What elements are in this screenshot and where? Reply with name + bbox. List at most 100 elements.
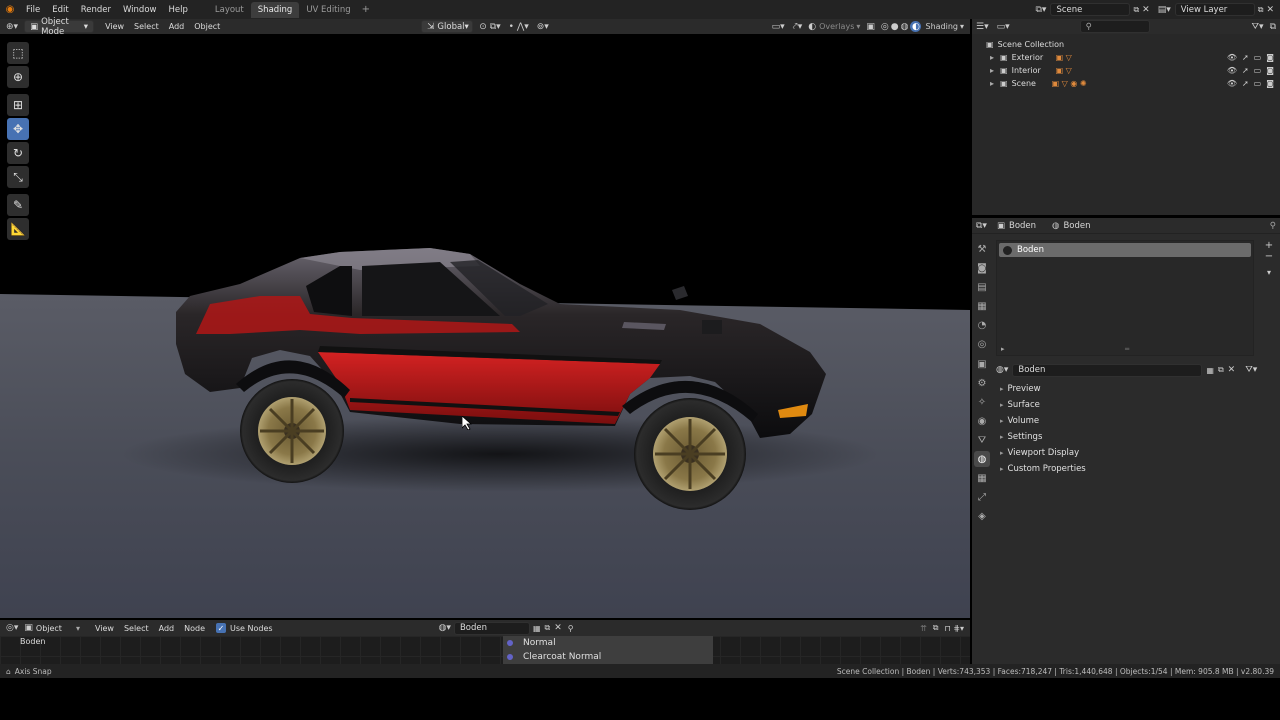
fake-user-icon[interactable]: ▦ [1206, 366, 1214, 375]
outliner-search-input[interactable]: ⚲ [1079, 20, 1150, 33]
output-tab-icon[interactable]: ▤ [974, 279, 990, 295]
viewport-monitor-icon[interactable]: ▭ [1254, 66, 1262, 75]
shading-label[interactable]: Shading [925, 22, 958, 31]
object-tab-icon[interactable]: ▣ [974, 356, 990, 372]
rotate-tool-icon[interactable]: ↻ [7, 142, 29, 164]
link-menu-icon[interactable]: ⛛▾ [1245, 365, 1257, 375]
vp-menu-view[interactable]: View [100, 22, 129, 31]
socket-dot-icon[interactable] [507, 640, 513, 646]
menu-render[interactable]: Render [75, 5, 117, 15]
shader-fx-tab-icon[interactable]: ◈ [974, 508, 990, 524]
node-menu-add[interactable]: Add [154, 624, 180, 633]
tab-layout[interactable]: Layout [208, 2, 251, 18]
section-viewport-display[interactable]: ▸ Viewport Display [972, 445, 1272, 461]
expand-arrow-icon[interactable]: ▸ [990, 53, 994, 62]
new-collection-icon[interactable]: ⧉ [1270, 22, 1276, 32]
material-slot-list[interactable]: Boden ▸ ═ [996, 240, 1254, 356]
object-data-icon[interactable]: ▣ [24, 623, 33, 633]
editor-type-icon[interactable]: ⊕▾ [0, 22, 24, 32]
tab-uv-editing[interactable]: UV Editing [299, 2, 357, 18]
material-slot-item[interactable]: Boden [999, 243, 1251, 257]
snapping-icon[interactable]: ⧉ [933, 623, 939, 633]
mode-dropdown[interactable]: ▣ Object Mode ▾ [24, 17, 95, 37]
section-preview[interactable]: ▸ Preview [972, 381, 1272, 397]
display-mode-icon[interactable]: ▭▾ [997, 22, 1010, 32]
outliner-editor-icon[interactable]: ☰▾ [976, 22, 989, 32]
visibility-eye-icon[interactable]: 👁 [1227, 53, 1237, 62]
vp-menu-select[interactable]: Select [129, 22, 164, 31]
view-object-types-icon[interactable]: ▭▾ [772, 22, 785, 32]
selectable-arrow-icon[interactable]: ➚ [1242, 66, 1249, 75]
menu-window[interactable]: Window [117, 5, 163, 15]
visibility-eye-icon[interactable]: 👁 [1227, 66, 1237, 75]
xray-icon[interactable]: ▣ [866, 22, 875, 32]
material-name-field[interactable]: Boden [1012, 363, 1203, 377]
tool-tab-icon[interactable]: ⚒ [974, 241, 990, 257]
add-workspace-icon[interactable]: + [358, 4, 374, 15]
use-nodes-checkbox[interactable]: ✓ [216, 623, 227, 633]
outliner-item-scene[interactable]: ▸ ▣ Scene ▣ ▽ ◉ ✺ 👁 ➚ ▭ ◙ [972, 77, 1280, 90]
transform-tool-icon[interactable]: ⊞ [7, 94, 29, 116]
measure-tool-icon[interactable]: 📐 [7, 218, 29, 240]
menu-help[interactable]: Help [162, 5, 193, 15]
render-tab-icon[interactable]: ◙ [974, 260, 990, 276]
chevron-down-icon[interactable]: ▾ [856, 22, 860, 31]
add-slot-icon[interactable]: + [1262, 240, 1276, 251]
menu-edit[interactable]: Edit [46, 5, 74, 15]
rendered-shading-icon[interactable]: ◐ [910, 21, 922, 32]
copy-view-layer-icon[interactable]: ⧉ [1258, 5, 1264, 15]
duplicate-material-icon[interactable]: ⧉ [1218, 365, 1224, 375]
principled-bsdf-node[interactable]: Normal Clearcoat Normal [503, 636, 713, 664]
duplicate-material-icon[interactable]: ⧉ [545, 623, 551, 633]
overlays-icon[interactable]: ◐ [808, 22, 816, 32]
node-editor-type-icon[interactable]: ◎▾ [0, 623, 24, 633]
proportional-edit-icon[interactable]: ⊚▾ [537, 22, 549, 32]
overlays-label[interactable]: Overlays [819, 22, 854, 31]
node-menu-select[interactable]: Select [119, 624, 154, 633]
copy-scene-icon[interactable]: ⧉ [1133, 5, 1139, 15]
3d-viewport[interactable]: ⬚ ⊕ ⊞ ✥ ↻ ⤡ ✎ 📐 [0, 34, 970, 618]
select-box-tool-icon[interactable]: ⬚ [7, 42, 29, 64]
use-nodes-label[interactable]: Use Nodes [230, 624, 273, 633]
magnet-icon[interactable]: ⊓ ⋕▾ [944, 624, 964, 633]
menu-file[interactable]: File [20, 5, 46, 15]
slot-menu-chevron-icon[interactable]: ▾ [1262, 268, 1276, 277]
render-camera-icon[interactable]: ◙ [1266, 66, 1274, 75]
vp-menu-add[interactable]: Add [164, 22, 190, 31]
solid-shading-icon[interactable]: ● [891, 22, 899, 32]
chevron-down-icon[interactable]: ▾ [76, 624, 80, 633]
viewport-monitor-icon[interactable]: ▭ [1254, 53, 1262, 62]
tab-shading[interactable]: Shading [250, 1, 300, 18]
move-tool-icon[interactable]: ✥ [7, 118, 29, 140]
node-menu-node[interactable]: Node [179, 624, 210, 633]
material-shading-icon[interactable]: ◍ [901, 22, 909, 32]
material-browse-icon[interactable]: ◍▾ [439, 623, 451, 633]
node-editor-canvas[interactable]: Boden Normal Clearcoat Normal [0, 636, 970, 664]
expand-arrow-icon[interactable]: ▸ [990, 79, 994, 88]
selectable-arrow-icon[interactable]: ➚ [1242, 53, 1249, 62]
snap-icon[interactable]: • ⋀▾ [509, 22, 529, 32]
outliner-item-exterior[interactable]: ▸ ▣ Exterior ▣ ▽ 👁 ➚ ▭ ◙ [972, 51, 1280, 64]
section-settings[interactable]: ▸ Settings [972, 429, 1272, 445]
scene-field[interactable]: Scene [1050, 3, 1131, 16]
data-tab-icon[interactable]: ⤢ [974, 489, 990, 505]
world-tab-icon[interactable]: ◎ [974, 336, 990, 352]
section-custom-properties[interactable]: ▸ Custom Properties [972, 461, 1272, 477]
filter-icon[interactable]: ⛛▾ [1251, 22, 1263, 32]
visibility-eye-icon[interactable]: 👁 [1227, 79, 1237, 88]
render-camera-icon[interactable]: ◙ [1266, 53, 1274, 62]
gizmos-icon[interactable]: ⤤▾ [793, 22, 803, 32]
pin-icon[interactable]: ⚲ [1270, 221, 1276, 231]
outliner-scene-collection[interactable]: ▣ Scene Collection [972, 38, 1280, 51]
chevron-down-icon[interactable]: ▾ [960, 22, 964, 31]
render-camera-icon[interactable]: ◙ [1266, 79, 1274, 88]
view-layer-icon[interactable]: ▤▾ [1158, 5, 1171, 15]
wireframe-shading-icon[interactable]: ◎ [881, 22, 889, 32]
section-volume[interactable]: ▸ Volume [972, 413, 1272, 429]
orientation-dropdown[interactable]: ⇲ Global ▾ [421, 20, 474, 33]
list-resize-handle-icon[interactable]: ═ [1125, 345, 1129, 353]
vp-menu-object[interactable]: Object [189, 22, 225, 31]
parent-node-tree-icon[interactable]: ⇈ [920, 624, 927, 633]
expand-arrow-icon[interactable]: ▸ [990, 66, 994, 75]
view-layer-tab-icon[interactable]: ▦ [974, 298, 990, 314]
